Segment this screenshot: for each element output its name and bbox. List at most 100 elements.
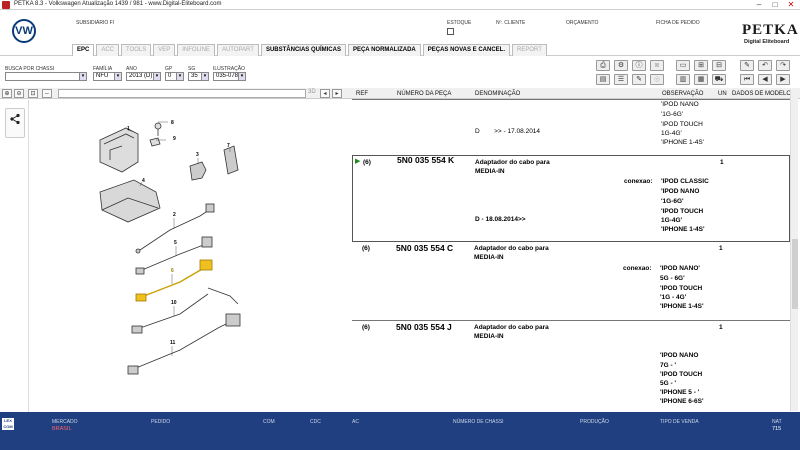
pin-icon[interactable]: ✎ (740, 60, 754, 71)
producao-label: PRODUÇÃO (580, 419, 609, 425)
tab-epc[interactable]: EPC (72, 44, 95, 56)
obs-line: 'IPOD NANO' (660, 265, 700, 272)
first-page-icon[interactable]: ⏮ (740, 74, 754, 85)
tab-tools[interactable]: TOOLS (121, 44, 152, 56)
tab-report[interactable]: REPORT (511, 44, 547, 56)
callout-label: 3 (196, 152, 199, 158)
table-row-selected[interactable]: ▶ (6) 5N0 035 554 K Adaptador do cabo pa… (352, 155, 790, 242)
cart-list-icon[interactable]: ▥ (676, 74, 690, 85)
camera-icon[interactable]: ◙ (650, 60, 664, 71)
description: MEDIA-IN (474, 254, 504, 261)
zoom-out-icon[interactable]: ⊖ (14, 89, 24, 98)
order-form-icon[interactable]: ▭ (676, 60, 690, 71)
callout-label: 6 (171, 268, 174, 274)
tab-acc[interactable]: ACC (96, 44, 120, 56)
com-label: COM (263, 419, 275, 425)
zoom-fit-icon[interactable]: ⊡ (28, 89, 38, 98)
table-scrollbar[interactable] (790, 89, 798, 411)
obs-line: 'IPOD TOUCH (660, 285, 703, 292)
orcamento-label: ORÇAMENTO (566, 20, 599, 26)
scrollbar-thumb[interactable] (792, 239, 798, 309)
ac-label: AC (352, 419, 359, 425)
table-row[interactable]: (6) 5N0 035 554 C Adaptador do cabo para… (352, 243, 790, 319)
obs-line: 'IPOD NANO (660, 352, 699, 359)
col-dados-modelo[interactable]: DADOS DE MODELO (732, 89, 791, 99)
gp-select[interactable]: 0 ▾ (165, 72, 184, 81)
minimize-icon[interactable]: – (752, 0, 766, 9)
col-un[interactable]: UN (718, 89, 727, 99)
description: Adaptador do cabo para (475, 159, 550, 166)
parts-illustration[interactable]: 8 9 7 3 1 4 2 5 6 10 11 (30, 100, 348, 412)
sg-select[interactable]: 35 ▾ (188, 72, 209, 81)
tab-infoline[interactable]: INFOLINE (177, 44, 215, 56)
next-page-icon[interactable]: ▶ (776, 74, 790, 85)
obs-line: 7G - ' (660, 362, 676, 369)
nav-right-icon[interactable]: ▸ (332, 89, 342, 98)
zoom-in-icon[interactable]: ⊕ (2, 89, 12, 98)
ano-select[interactable]: 2013 (D) ▾ (126, 72, 161, 81)
col-denominacao[interactable]: DENOMINAÇÃO (475, 89, 520, 99)
part-number[interactable]: 5N0 035 554 C (396, 243, 453, 253)
part-number[interactable]: 5N0 035 554 K (397, 156, 454, 164)
order-add-icon[interactable]: ⊞ (694, 60, 708, 71)
callout-label: 8 (171, 120, 174, 126)
zoom-readout: 3D (308, 89, 316, 95)
search-parts-icon[interactable]: ⚙ (614, 60, 628, 71)
share-icon[interactable] (5, 108, 25, 138)
part-number[interactable]: 5N0 035 554 J (396, 322, 452, 332)
obs-line: 'IPHONE 1-4S' (660, 303, 704, 310)
prev-page-icon[interactable]: ◀ (758, 74, 772, 85)
cart-icon[interactable]: ⛟ (712, 74, 726, 85)
obs-line: 'IPOD TOUCH (661, 208, 704, 215)
cdc-label: CDC (310, 419, 321, 425)
ref: (6) (363, 159, 371, 166)
parts-table-header: REF NÚMERO DA PEÇA DENOMINAÇÃO OBSERVAÇÃ… (352, 89, 791, 99)
chevron-down-icon: ▾ (238, 73, 245, 80)
col-part-number[interactable]: NÚMERO DA PEÇA (397, 89, 451, 99)
tab-vep[interactable]: VEP (153, 44, 176, 56)
estoque-checkbox[interactable] (447, 28, 454, 35)
petka-logo: PETKA (742, 22, 799, 38)
info-icon[interactable]: ⓘ (632, 60, 646, 71)
petka-subtitle: Digital Eliteboard (744, 39, 790, 45)
redo-icon[interactable]: ↷ (776, 60, 790, 71)
ilustracao-select[interactable]: 035-078 ▾ (213, 72, 246, 81)
venda-label: TIPO DE VENDA (660, 419, 699, 425)
cart-edit-icon[interactable]: ▦ (694, 74, 708, 85)
col-observacao[interactable]: OBSERVAÇÃO (662, 89, 703, 99)
illustration-search-field[interactable] (58, 89, 306, 98)
tab-autopart[interactable]: AUTOPART (216, 44, 259, 56)
obs-line: 'IPOD TOUCH (661, 121, 703, 128)
quantity: 1 (720, 159, 724, 166)
notes-icon[interactable]: ✎ (632, 74, 646, 85)
description: MEDIA-IN (474, 333, 504, 340)
col-ref[interactable]: REF (356, 89, 368, 99)
print-icon[interactable]: ⎙ (596, 60, 610, 71)
chevron-down-icon: ▾ (176, 73, 183, 80)
maximize-icon[interactable]: □ (768, 0, 782, 9)
table-row[interactable]: 'IPOD NANO '1G-6G' 'IPOD TOUCH 1G-4G' 'I… (352, 100, 790, 154)
nav-left-icon[interactable]: ◂ (320, 89, 330, 98)
keyboard-icon[interactable]: ▤ (596, 74, 610, 85)
parts-list-icon[interactable]: ☰ (614, 74, 628, 85)
tab-pe-as-novas-e-cancel[interactable]: PEÇAS NOVAS E CANCEL. (422, 44, 510, 56)
callout-label: 10 (171, 300, 177, 306)
familia-select[interactable]: NFU ▾ (93, 72, 122, 81)
table-row[interactable]: (6) 5N0 035 554 J Adaptador do cabo para… (352, 322, 790, 408)
obs-line: 1G-4G' (661, 130, 682, 137)
zoom-width-icon[interactable]: ⇔ (42, 89, 52, 98)
obs-line: 'IPHONE 6-6S' (660, 398, 704, 405)
vw-logo: VW (12, 19, 36, 43)
close-icon[interactable]: ✕ (784, 0, 798, 9)
chassi-input[interactable]: ▾ (5, 72, 87, 81)
chevron-down-icon: ▾ (79, 73, 86, 80)
undo-icon[interactable]: ↶ (758, 60, 772, 71)
divider (352, 320, 790, 321)
tab-pe-a-normalizada[interactable]: PEÇA NORMALIZADA (347, 44, 421, 56)
tab-subst-ncias-qu-micas[interactable]: SUBSTÂNCIAS QUÍMICAS (260, 44, 346, 56)
filter-bar: BUSCA POR CHASSI ▾ FAMÍLIA NFU ▾ ANO 2013… (0, 57, 590, 87)
order-remove-icon[interactable]: ⊟ (712, 60, 726, 71)
callout-label: 4 (142, 178, 145, 184)
vehicle-icon[interactable]: ◎ (650, 74, 664, 85)
left-sidebar (0, 100, 29, 412)
